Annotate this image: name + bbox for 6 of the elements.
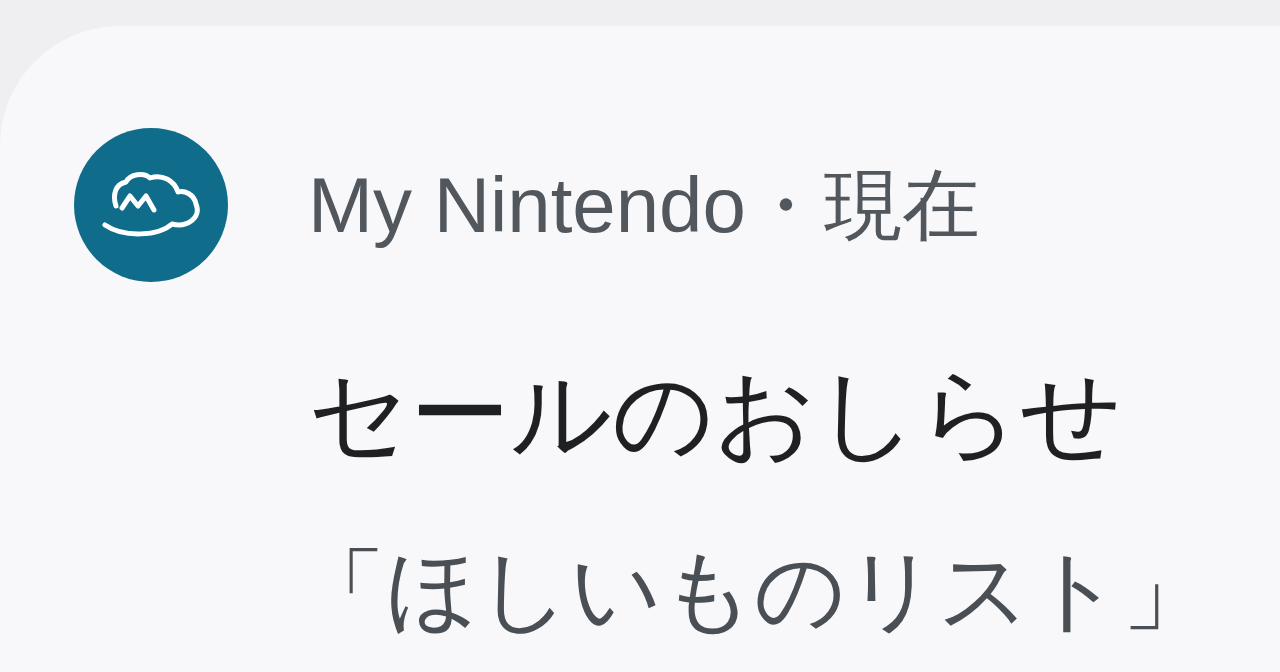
- notification-card[interactable]: My Nintendo・現在 セールのおしらせ 「ほしいものリスト」: [0, 26, 1280, 672]
- cloud-icon: [74, 128, 228, 282]
- notification-body: 「ほしいものリスト」: [296, 536, 1212, 644]
- notification-title: セールのおしらせ: [308, 354, 1122, 474]
- notification-time: 現在: [823, 166, 980, 244]
- separator-dot: ・: [745, 166, 824, 244]
